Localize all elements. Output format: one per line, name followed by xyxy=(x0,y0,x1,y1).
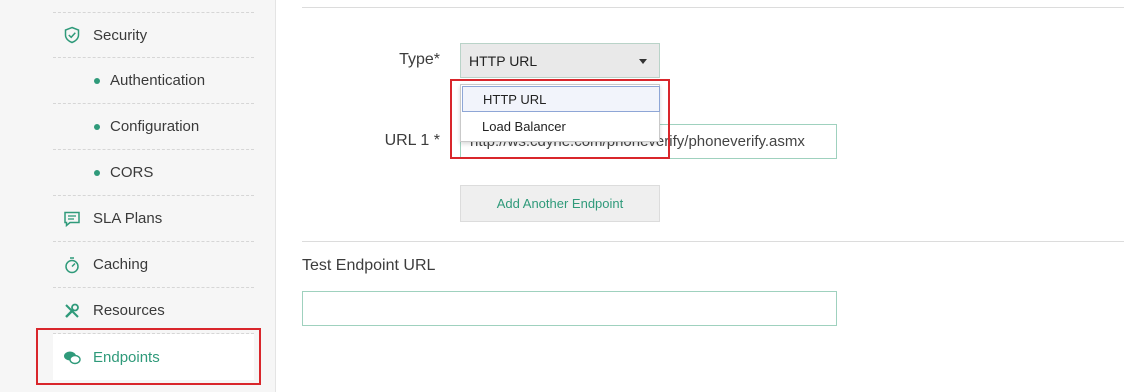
sidebar-item-label: Caching xyxy=(93,256,149,273)
sidebar-item-security[interactable]: Security xyxy=(53,12,254,58)
sidebar-item-label: Security xyxy=(93,26,148,44)
divider xyxy=(302,241,1124,242)
sidebar-item-label: Authentication xyxy=(110,72,206,89)
highlight-dropdown xyxy=(450,79,670,159)
type-select[interactable]: HTTP URL xyxy=(460,43,660,78)
sidebar-item-cors[interactable]: CORS xyxy=(53,150,254,196)
test-endpoint-title: Test Endpoint URL xyxy=(302,257,436,274)
add-endpoint-button[interactable]: Add Another Endpoint xyxy=(460,185,660,222)
sidebar-item-label: Resources xyxy=(93,302,165,319)
sidebar-item-caching[interactable]: Caching xyxy=(53,242,254,288)
url-label: URL 1 * xyxy=(384,132,440,149)
sidebar-item-label: SLA Plans xyxy=(93,210,163,227)
tools-icon xyxy=(53,288,93,334)
sidebar-item-label: Configuration xyxy=(110,118,200,135)
shield-check-icon xyxy=(53,12,93,58)
type-label: Type* xyxy=(399,51,440,68)
stopwatch-icon xyxy=(53,242,93,288)
type-select-value: HTTP URL xyxy=(469,52,538,69)
test-endpoint-input[interactable] xyxy=(302,291,837,326)
divider xyxy=(302,7,1124,8)
bullet-icon xyxy=(94,77,100,84)
bullet-icon xyxy=(94,123,100,130)
sidebar-item-authentication[interactable]: Authentication xyxy=(53,58,254,104)
bullet-icon xyxy=(94,169,100,176)
sidebar-item-label: CORS xyxy=(110,164,154,181)
highlight-endpoints xyxy=(36,328,261,385)
sidebar-item-configuration[interactable]: Configuration xyxy=(53,104,254,150)
sidebar-item-sla-plans[interactable]: SLA Plans xyxy=(53,196,254,242)
caret-down-icon xyxy=(639,59,647,64)
chat-list-icon xyxy=(53,196,93,242)
